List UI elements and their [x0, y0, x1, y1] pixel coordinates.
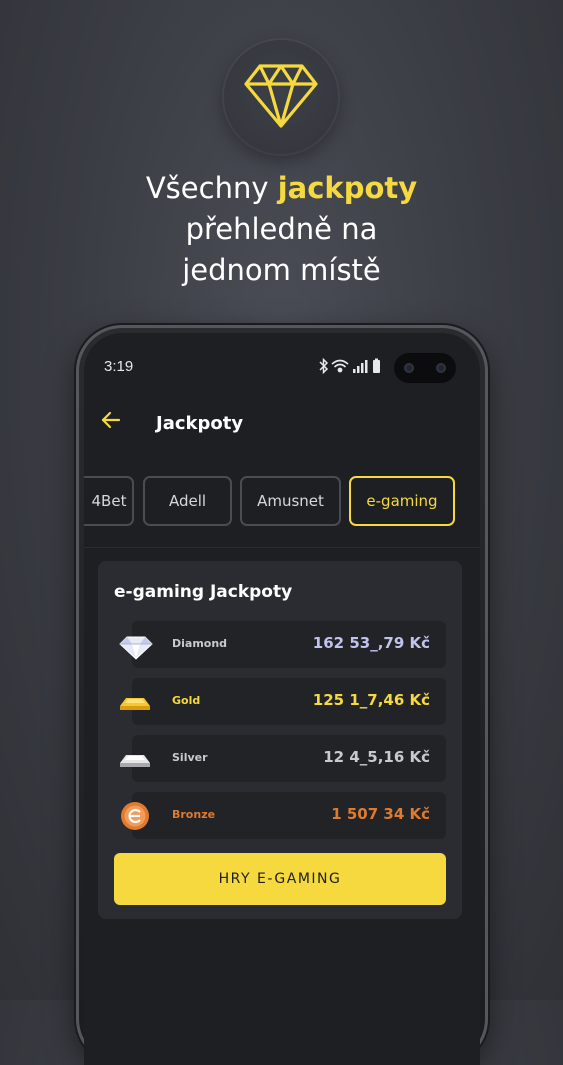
diamond-gem-icon	[119, 636, 153, 660]
app-bar: Jackpoty	[84, 393, 480, 453]
jackpot-value: 12 4_5,16 Kč	[323, 748, 430, 766]
e-gaming-games-button[interactable]: HRY E-GAMING	[114, 853, 446, 905]
page-title: Jackpoty	[156, 413, 244, 434]
status-time: 3:19	[104, 358, 134, 375]
phone-screen: 3:19 Jackpoty 4Bet Adell Amusnet e-gamin…	[84, 333, 480, 1065]
jackpot-value: 125 1_7,46 Kč	[312, 691, 430, 709]
jackpot-row-silver[interactable]: Silver 12 4_5,16 Kč	[120, 735, 446, 782]
front-camera	[394, 353, 456, 383]
jackpot-name: Diamond	[172, 637, 228, 650]
jackpot-name: Bronze	[172, 808, 216, 821]
headline-highlight: jackpoty	[277, 171, 418, 205]
camera-lens	[436, 363, 446, 373]
jackpot-row-diamond[interactable]: Diamond 162 53_,79 Kč	[119, 621, 446, 668]
silver-bar-icon	[120, 755, 150, 767]
jackpot-name: Gold	[172, 694, 201, 707]
signal-icon	[353, 360, 368, 373]
camera-lens	[404, 363, 414, 373]
headline-line-1: Všechny jackpoty	[0, 168, 563, 209]
battery-icon	[373, 358, 380, 373]
provider-tabs: 4Bet Adell Amusnet e-gaming	[84, 476, 480, 532]
diamond-icon	[244, 64, 318, 128]
tab-adell[interactable]: Adell	[143, 476, 232, 526]
bluetooth-icon	[319, 357, 329, 375]
tab-label: Adell	[168, 492, 207, 510]
jackpot-value: 162 53_,79 Kč	[312, 634, 430, 652]
status-icons	[319, 357, 380, 375]
hero-diamond-badge	[224, 40, 338, 154]
tab-label: Amusnet	[257, 492, 324, 510]
tab-amusnet[interactable]: Amusnet	[240, 476, 341, 526]
wifi-icon	[331, 359, 349, 373]
cta-label: HRY E-GAMING	[218, 871, 342, 887]
jackpot-value: 1 507 34 Kč	[331, 805, 430, 823]
phone-mockup: 3:19 Jackpoty 4Bet Adell Amusnet e-gamin…	[76, 325, 488, 1065]
jackpot-row-bronze[interactable]: Bronze 1 507 34 Kč	[121, 792, 446, 839]
jackpot-card: e-gaming Jackpoty Diamond 162 53_,79 Kč	[98, 561, 462, 919]
jackpot-row-gold[interactable]: Gold 125 1_7,46 Kč	[120, 678, 446, 725]
tab-e-gaming[interactable]: e-gaming	[349, 476, 455, 526]
tab-label: 4Bet	[91, 492, 127, 510]
status-bar: 3:19	[84, 333, 480, 383]
tabs-divider	[84, 547, 480, 548]
gold-bar-icon	[120, 698, 150, 710]
tab-4bet[interactable]: 4Bet	[84, 476, 134, 526]
headline-prefix: Všechny	[145, 171, 278, 205]
headline-line-2: přehledně na	[185, 212, 378, 246]
headline-line-3: jednom místě	[182, 253, 381, 287]
bronze-coin-icon	[121, 802, 149, 830]
tab-label: e-gaming	[366, 492, 438, 510]
hero-headline: Všechny jackpoty přehledně na jednom mís…	[0, 168, 563, 291]
jackpot-name: Silver	[172, 751, 208, 764]
arrow-left-icon[interactable]	[98, 407, 124, 433]
jackpot-card-title: e-gaming Jackpoty	[114, 582, 293, 602]
